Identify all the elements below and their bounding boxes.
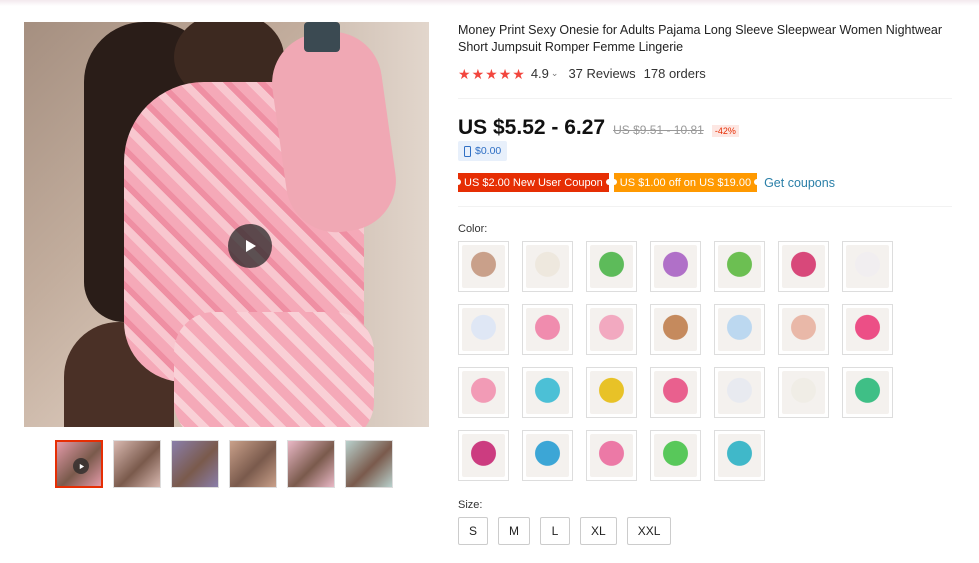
- star-icon: ★: [512, 65, 525, 82]
- divider: [458, 98, 952, 99]
- size-option-l[interactable]: L: [540, 517, 571, 545]
- swatch-image: [462, 371, 505, 414]
- swatch-image: [590, 245, 633, 288]
- swatch-image: [462, 434, 505, 477]
- current-price: US $5.52 - 6.27: [458, 116, 606, 139]
- swatch-image: [846, 245, 889, 288]
- color-swatch[interactable]: [842, 241, 893, 292]
- top-divider: [0, 0, 979, 6]
- star-icon: ★: [498, 65, 512, 82]
- color-swatch[interactable]: [586, 241, 637, 292]
- size-options: S M L XL XXL: [458, 517, 672, 545]
- swatch-image: [782, 371, 825, 414]
- original-price: US $9.51 - 10.81: [613, 123, 704, 137]
- main-product-image[interactable]: [24, 22, 429, 427]
- star-icon: ★: [485, 65, 498, 82]
- swatch-image: [782, 245, 825, 288]
- swatch-image: [846, 371, 889, 414]
- chevron-down-icon[interactable]: ⌄: [551, 68, 559, 79]
- color-swatch[interactable]: [522, 430, 573, 481]
- swatch-image: [654, 434, 697, 477]
- size-option-m[interactable]: M: [498, 517, 531, 545]
- app-price-badge[interactable]: $0.00: [458, 141, 508, 161]
- size-option-xl[interactable]: XL: [580, 517, 617, 545]
- thumbnail-1[interactable]: [55, 440, 103, 488]
- swatch-image: [526, 434, 569, 477]
- color-swatch[interactable]: [714, 430, 765, 481]
- color-swatch-grid: [458, 241, 898, 481]
- rating-stars: ★ ★ ★ ★ ★: [458, 67, 525, 81]
- color-swatch[interactable]: [778, 367, 829, 418]
- rating-row: ★ ★ ★ ★ ★ 4.9 ⌄ 37 Reviews 178 orders: [458, 66, 706, 81]
- swatch-image: [590, 434, 633, 477]
- play-icon: [246, 240, 256, 252]
- size-option-s[interactable]: S: [458, 517, 489, 545]
- new-user-coupon[interactable]: US $2.00 New User Coupon: [455, 173, 612, 192]
- discount-coupon[interactable]: US $1.00 off on US $19.00: [610, 173, 761, 192]
- color-swatch[interactable]: [458, 241, 509, 292]
- video-play-icon: [73, 458, 89, 474]
- color-swatch[interactable]: [714, 367, 765, 418]
- color-swatch[interactable]: [522, 367, 573, 418]
- color-swatch[interactable]: [714, 241, 765, 292]
- thumbnail-3[interactable]: [171, 440, 219, 488]
- swatch-image: [782, 308, 825, 351]
- size-option-xxl[interactable]: XXL: [626, 517, 672, 545]
- discount-badge: -42%: [711, 125, 739, 137]
- color-label: Color:: [458, 223, 488, 235]
- color-swatch[interactable]: [842, 304, 893, 355]
- swatch-image: [462, 245, 505, 288]
- swatch-image: [526, 371, 569, 414]
- color-swatch[interactable]: [778, 304, 829, 355]
- color-swatch[interactable]: [714, 304, 765, 355]
- swatch-image: [654, 245, 697, 288]
- color-swatch[interactable]: [458, 304, 509, 355]
- color-swatch[interactable]: [842, 367, 893, 418]
- color-swatch[interactable]: [458, 430, 509, 481]
- color-swatch[interactable]: [650, 430, 701, 481]
- swatch-image: [462, 308, 505, 351]
- coupon-row: US $2.00 New User Coupon US $1.00 off on…: [455, 173, 835, 192]
- thumbnail-2[interactable]: [113, 440, 161, 488]
- swatch-image: [718, 434, 761, 477]
- color-swatch[interactable]: [650, 241, 701, 292]
- thumbnail-strip: [55, 440, 393, 488]
- star-icon: ★: [471, 65, 485, 82]
- color-swatch[interactable]: [650, 367, 701, 418]
- color-swatch[interactable]: [522, 304, 573, 355]
- thumbnail-4[interactable]: [229, 440, 277, 488]
- price-row: US $5.52 - 6.27 US $9.51 - 10.81 -42%: [458, 116, 739, 140]
- thumbnail-6[interactable]: [345, 440, 393, 488]
- rating-value[interactable]: 4.9: [531, 66, 549, 81]
- size-label: Size:: [458, 499, 483, 511]
- swatch-image: [654, 308, 697, 351]
- color-swatch[interactable]: [586, 430, 637, 481]
- thumbnail-5[interactable]: [287, 440, 335, 488]
- swatch-image: [718, 371, 761, 414]
- swatch-image: [526, 308, 569, 351]
- get-coupons-link[interactable]: Get coupons: [764, 176, 835, 190]
- swatch-image: [718, 308, 761, 351]
- star-icon: ★: [458, 65, 471, 82]
- color-swatch[interactable]: [458, 367, 509, 418]
- product-title: Money Print Sexy Onesie for Adults Pajam…: [458, 23, 943, 54]
- color-swatch[interactable]: [586, 367, 637, 418]
- swatch-image: [590, 371, 633, 414]
- color-swatch[interactable]: [778, 241, 829, 292]
- color-swatch[interactable]: [650, 304, 701, 355]
- app-price-value: $0.00: [475, 145, 502, 157]
- swatch-image: [590, 308, 633, 351]
- swatch-image: [718, 245, 761, 288]
- video-play-button[interactable]: [228, 224, 272, 268]
- color-swatch[interactable]: [586, 304, 637, 355]
- color-swatch[interactable]: [522, 241, 573, 292]
- swatch-image: [846, 308, 889, 351]
- swatch-image: [654, 371, 697, 414]
- divider: [458, 206, 952, 207]
- reviews-link[interactable]: 37 Reviews: [568, 66, 635, 81]
- phone-icon: [464, 145, 471, 157]
- orders-count: 178 orders: [643, 66, 706, 81]
- swatch-image: [526, 245, 569, 288]
